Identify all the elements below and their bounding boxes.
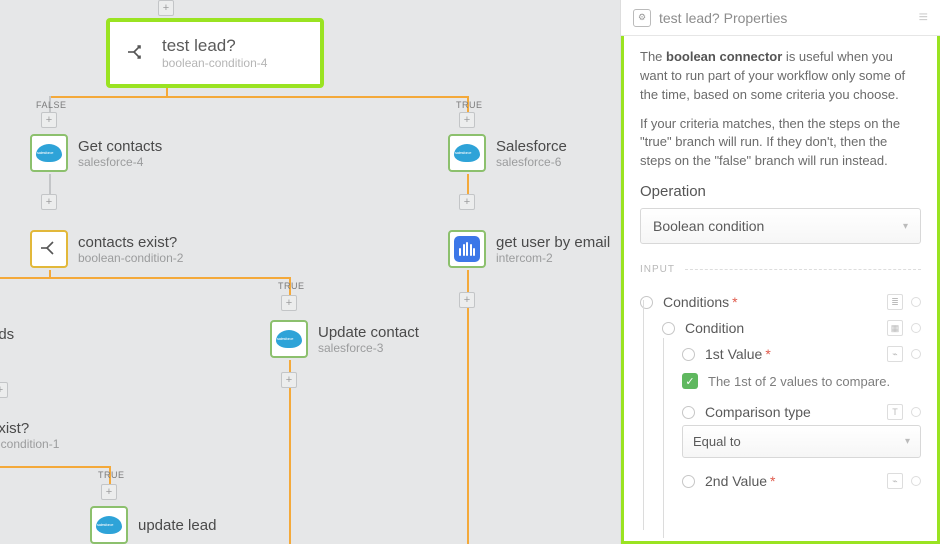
- first-value-hint: ✓ The 1st of 2 values to compare.: [682, 373, 921, 389]
- workflow-canvas[interactable]: + test lead? boolean-condition-4 FALSE T…: [0, 0, 620, 544]
- node-ads[interactable]: ads 5: [0, 326, 14, 357]
- branch-label-false: FALSE: [36, 100, 67, 110]
- object-type-icon: ▦: [887, 320, 903, 336]
- salesforce-icon: [270, 320, 308, 358]
- node-update-contact[interactable]: Update contact salesforce-3: [270, 320, 419, 358]
- check-icon: ✓: [682, 373, 698, 389]
- panel-title: test lead? Properties: [659, 10, 787, 26]
- radio-icon[interactable]: [662, 322, 675, 335]
- status-dot: [911, 476, 921, 486]
- intercom-icon: [448, 230, 486, 268]
- node-subtitle: n-condition-1: [0, 437, 59, 451]
- node-subtitle: boolean-condition-2: [78, 251, 183, 265]
- radio-icon[interactable]: [682, 348, 695, 361]
- prop-conditions[interactable]: Conditions* ≣: [640, 289, 921, 315]
- salesforce-icon: [90, 506, 128, 544]
- input-divider: INPUT: [640, 264, 921, 275]
- panel-body: The boolean connector is useful when you…: [621, 36, 940, 544]
- boolean-split-icon: [124, 40, 148, 67]
- radio-icon[interactable]: [682, 406, 695, 419]
- node-title: exist?: [0, 420, 59, 437]
- node-contacts-exist[interactable]: contacts exist? boolean-condition-2: [30, 230, 183, 268]
- node-subtitle: salesforce-6: [496, 155, 567, 169]
- operation-select[interactable]: Boolean condition ▾: [640, 208, 921, 244]
- prop-condition[interactable]: Condition ▦: [640, 315, 921, 341]
- salesforce-icon: [30, 134, 68, 172]
- prop-second-value[interactable]: 2nd Value* ⌁: [640, 468, 921, 494]
- add-step-top[interactable]: +: [158, 0, 174, 16]
- status-dot: [911, 323, 921, 333]
- node-title: ads: [0, 326, 14, 343]
- node-test-lead[interactable]: test lead? boolean-condition-4: [106, 18, 324, 88]
- panel-menu-icon[interactable]: ≡: [919, 9, 928, 27]
- branch-label-true: TRUE: [98, 470, 125, 480]
- node-subtitle: salesforce-3: [318, 341, 419, 355]
- branch-label-true: TRUE: [278, 281, 305, 291]
- text-type-icon: ⌁: [887, 473, 903, 489]
- node-subtitle: boolean-condition-4: [162, 56, 267, 70]
- operation-label: Operation: [640, 183, 921, 200]
- boolean-split-icon: [30, 230, 68, 268]
- node-get-contacts[interactable]: Get contacts salesforce-4: [30, 134, 162, 172]
- node-title: Get contacts: [78, 138, 162, 155]
- node-title: update lead: [138, 517, 216, 534]
- add-step-false[interactable]: +: [41, 112, 57, 128]
- add-step[interactable]: +: [281, 372, 297, 388]
- add-step[interactable]: +: [459, 194, 475, 210]
- node-exist[interactable]: exist? n-condition-1: [0, 420, 59, 451]
- add-step[interactable]: +: [0, 382, 8, 398]
- radio-icon[interactable]: [682, 475, 695, 488]
- comparison-value: Equal to: [693, 434, 741, 449]
- node-update-lead[interactable]: update lead: [90, 506, 216, 544]
- add-step[interactable]: +: [101, 484, 117, 500]
- text-type-icon: ⌁: [887, 346, 903, 362]
- node-salesforce[interactable]: Salesforce salesforce-6: [448, 134, 567, 172]
- chevron-down-icon: ▾: [903, 221, 908, 232]
- add-step[interactable]: +: [459, 292, 475, 308]
- text-type-icon: T: [887, 404, 903, 420]
- add-step[interactable]: +: [41, 194, 57, 210]
- node-subtitle: intercom-2: [496, 251, 610, 265]
- branch-label-true: TRUE: [456, 100, 483, 110]
- node-subtitle: salesforce-4: [78, 155, 162, 169]
- panel-description-1: The boolean connector is useful when you…: [640, 48, 921, 105]
- status-dot: [911, 297, 921, 307]
- salesforce-icon: [448, 134, 486, 172]
- list-type-icon: ≣: [887, 294, 903, 310]
- node-get-user-by-email[interactable]: get user by email intercom-2: [448, 230, 610, 268]
- chevron-down-icon: ▾: [905, 436, 910, 447]
- node-title: Salesforce: [496, 138, 567, 155]
- node-title: get user by email: [496, 234, 610, 251]
- prop-first-value[interactable]: 1st Value* ⌁: [640, 341, 921, 367]
- status-dot: [911, 349, 921, 359]
- add-step-true[interactable]: +: [459, 112, 475, 128]
- panel-header: ⚙ test lead? Properties ≡: [621, 0, 940, 36]
- properties-panel: ⚙ test lead? Properties ≡ The boolean co…: [620, 0, 940, 544]
- node-subtitle: 5: [0, 343, 14, 357]
- add-step[interactable]: +: [281, 295, 297, 311]
- radio-icon[interactable]: [640, 296, 653, 309]
- operation-value: Boolean condition: [653, 218, 764, 234]
- node-title: test lead?: [162, 36, 267, 56]
- comparison-select[interactable]: Equal to ▾: [682, 425, 921, 458]
- status-dot: [911, 407, 921, 417]
- prop-comparison-type[interactable]: Comparison type T: [640, 399, 921, 425]
- node-title: contacts exist?: [78, 234, 183, 251]
- sliders-icon: ⚙: [633, 9, 651, 27]
- node-title: Update contact: [318, 324, 419, 341]
- panel-description-2: If your criteria matches, then the steps…: [640, 115, 921, 172]
